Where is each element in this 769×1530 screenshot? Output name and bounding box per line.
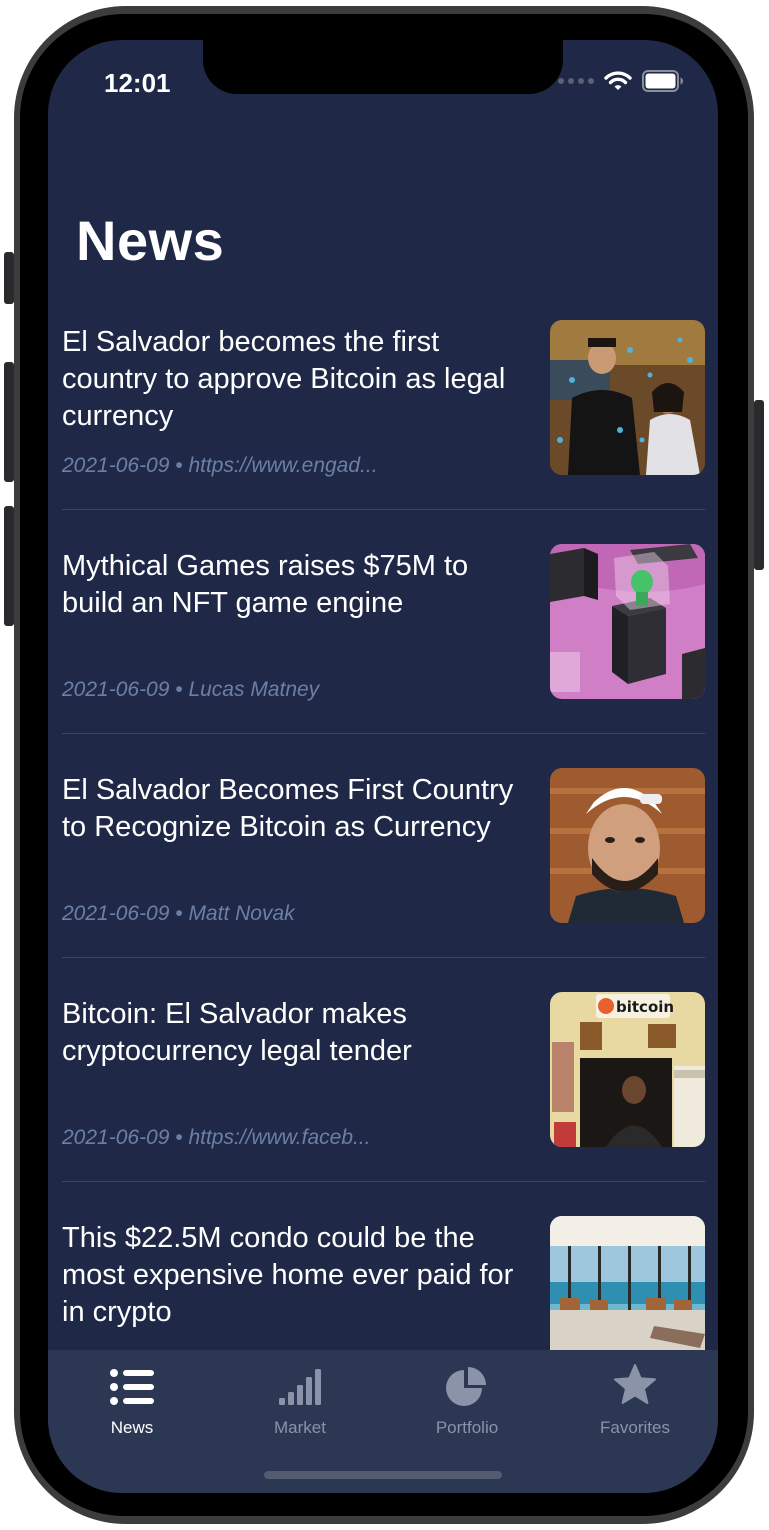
news-item[interactable]: El Salvador Becomes First Country to Rec… xyxy=(48,768,718,992)
news-thumbnail xyxy=(550,1216,705,1371)
news-thumbnail xyxy=(550,320,705,475)
divider xyxy=(62,733,705,734)
svg-text:bitcoin: bitcoin xyxy=(616,998,674,1016)
news-meta: 2021-06-09 • https://www.engad... xyxy=(62,454,378,477)
news-meta: 2021-06-09 • Matt Novak xyxy=(62,902,295,925)
oceanview-condo-photo xyxy=(550,1216,705,1371)
status-time: 12:01 xyxy=(104,68,171,98)
bar-chart-icon xyxy=(230,1364,370,1406)
news-headline: Mythical Games raises $75M to build an N… xyxy=(62,550,469,619)
news-meta: 2021-06-09 • https://www.faceb... xyxy=(62,1126,371,1149)
notch xyxy=(203,40,563,94)
tab-label: Market xyxy=(274,1418,326,1437)
star-icon xyxy=(565,1364,705,1406)
news-headline: This $22.5M condo could be the most expe… xyxy=(62,1222,514,1328)
news-thumbnail xyxy=(550,544,705,699)
news-headline: El Salvador Becomes First Country to Rec… xyxy=(62,774,514,843)
wifi-icon xyxy=(604,71,632,90)
news-item[interactable]: Bitcoin: El Salvador makes cryptocurrenc… xyxy=(48,992,718,1216)
volume-down-button xyxy=(4,506,14,626)
page-title: News xyxy=(76,209,225,272)
home-indicator[interactable] xyxy=(264,1471,502,1479)
tab-label: News xyxy=(110,1418,154,1437)
man-in-white-cap-photo xyxy=(550,768,705,923)
news-meta: 2021-06-09 • Lucas Matney xyxy=(62,678,320,701)
divider xyxy=(62,957,705,958)
nft-toy-boxes-photo xyxy=(550,544,705,699)
crowd-celebration-photo xyxy=(550,320,705,475)
power-button xyxy=(754,400,764,570)
divider xyxy=(62,509,705,510)
divider xyxy=(62,1181,705,1182)
tab-market[interactable]: Market xyxy=(230,1364,370,1438)
tab-portfolio[interactable]: Portfolio xyxy=(397,1364,537,1438)
tab-news[interactable]: News xyxy=(62,1364,202,1438)
news-item[interactable]: Mythical Games raises $75M to build an N… xyxy=(48,544,718,768)
news-item[interactable]: El Salvador becomes the first country to… xyxy=(48,320,718,544)
news-thumbnail: bitcoin xyxy=(550,992,705,1147)
cellular-signal-icon xyxy=(558,78,594,84)
volume-up-button xyxy=(4,362,14,482)
tab-label: Favorites xyxy=(600,1418,670,1437)
news-headline: El Salvador becomes the first country to… xyxy=(62,326,506,432)
list-icon xyxy=(62,1364,202,1406)
status-icons xyxy=(558,70,684,92)
battery-icon xyxy=(642,70,683,92)
pie-chart-icon xyxy=(397,1364,537,1406)
news-headline: Bitcoin: El Salvador makes cryptocurrenc… xyxy=(62,998,412,1067)
tab-label: Portfolio xyxy=(435,1418,499,1437)
silent-switch xyxy=(4,252,14,304)
bitcoin-shop-photo: bitcoin xyxy=(550,992,705,1147)
news-thumbnail xyxy=(550,768,705,923)
news-list: El Salvador becomes the first country to… xyxy=(48,320,718,1440)
tab-favorites[interactable]: Favorites xyxy=(565,1364,705,1438)
screen: 12:01 News El Salvador becomes the first… xyxy=(48,40,718,1493)
